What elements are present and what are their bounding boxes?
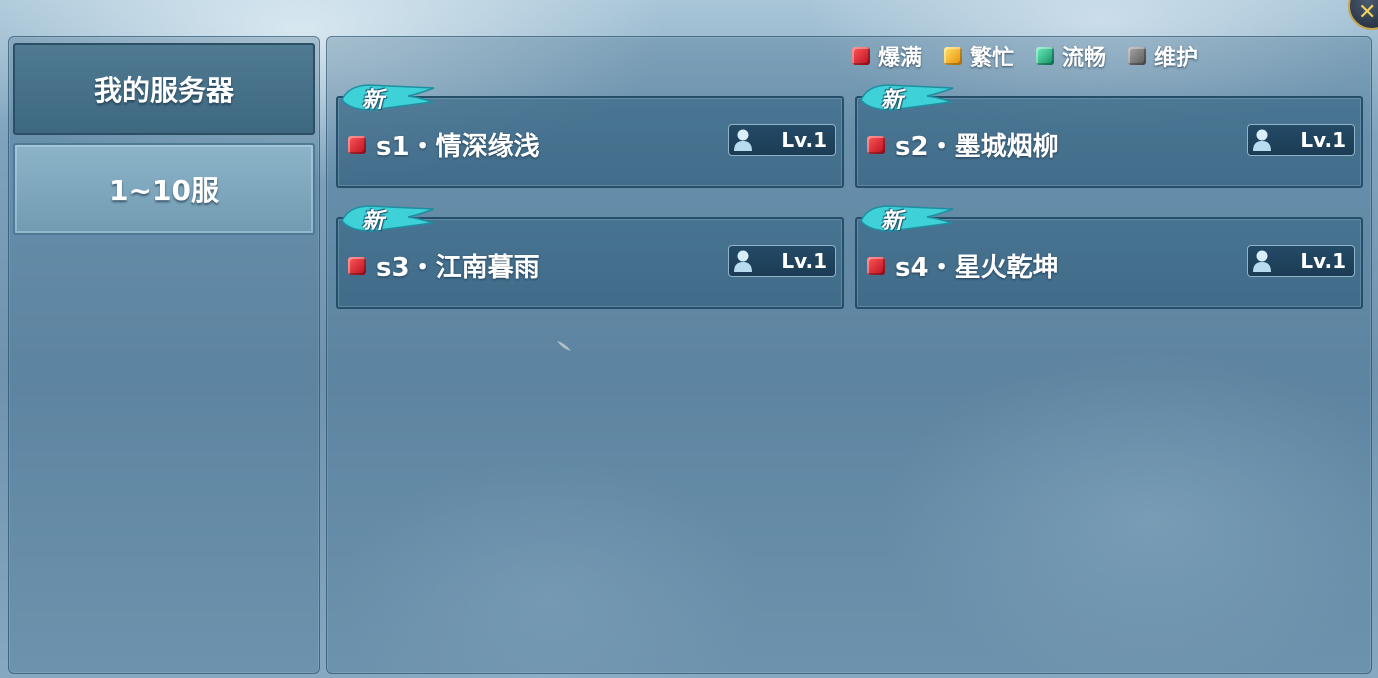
status-maintenance-icon <box>1128 47 1147 65</box>
close-button[interactable]: ✕ <box>1348 0 1378 30</box>
new-badge-label: 新 <box>881 87 904 113</box>
player-level-box: Lv.1 <box>728 245 836 277</box>
player-level-box: Lv.1 <box>1247 124 1355 156</box>
person-icon <box>734 250 752 272</box>
new-badge: 新 <box>338 201 438 235</box>
server-card-s3[interactable]: 新 s3・江南暮雨 Lv.1 <box>336 205 844 309</box>
tab-my-servers[interactable]: 我的服务器 <box>13 43 315 135</box>
player-level: Lv.1 <box>1300 249 1346 273</box>
person-icon <box>1253 129 1271 151</box>
person-icon <box>734 129 752 151</box>
new-badge: 新 <box>338 80 438 114</box>
player-level-box: Lv.1 <box>1247 245 1355 277</box>
player-level-box: Lv.1 <box>728 124 836 156</box>
status-full-icon <box>348 256 366 275</box>
server-name-row: s2・墨城烟柳 <box>867 126 1059 163</box>
server-card-s1[interactable]: 新 s1・情深缘浅 Lv.1 <box>336 84 844 188</box>
legend-label-smooth: 流畅 <box>1062 46 1107 71</box>
server-name: s2・墨城烟柳 <box>895 132 1059 162</box>
server-group-sidebar: 我的服务器 1~10服 <box>8 36 320 674</box>
tab-servers-1-10[interactable]: 1~10服 <box>13 143 315 235</box>
server-name: s1・情深缘浅 <box>376 132 540 162</box>
legend-item-busy: 繁忙 <box>944 40 1014 72</box>
legend-item-smooth: 流畅 <box>1036 40 1106 72</box>
new-badge-label: 新 <box>881 208 904 234</box>
person-icon <box>1253 250 1271 272</box>
status-full-icon <box>852 47 870 65</box>
status-legend: 爆满 繁忙 流畅 维护 <box>852 40 1198 72</box>
server-card-s4[interactable]: 新 s4・星火乾坤 Lv.1 <box>855 205 1363 309</box>
new-badge-label: 新 <box>362 87 385 113</box>
close-icon: ✕ <box>1358 0 1377 25</box>
legend-item-maintenance: 维护 <box>1128 40 1198 72</box>
status-busy-icon <box>944 47 963 65</box>
server-name-row: s1・情深缘浅 <box>348 126 540 163</box>
legend-label-maintenance: 维护 <box>1154 46 1199 71</box>
status-smooth-icon <box>1036 47 1055 65</box>
status-full-icon <box>348 135 366 154</box>
server-card-s2[interactable]: 新 s2・墨城烟柳 Lv.1 <box>855 84 1363 188</box>
legend-label-busy: 繁忙 <box>970 46 1015 71</box>
server-name-row: s3・江南暮雨 <box>348 247 540 284</box>
server-name-row: s4・星火乾坤 <box>867 247 1059 284</box>
server-name: s3・江南暮雨 <box>376 253 540 283</box>
legend-label-full: 爆满 <box>878 46 923 71</box>
status-full-icon <box>867 256 885 275</box>
new-badge-label: 新 <box>362 208 385 234</box>
player-level: Lv.1 <box>781 249 827 273</box>
tab-my-servers-label: 我的服务器 <box>93 74 234 107</box>
status-full-icon <box>867 135 885 154</box>
player-level: Lv.1 <box>781 128 827 152</box>
legend-item-full: 爆满 <box>852 40 922 72</box>
new-badge: 新 <box>857 201 957 235</box>
new-badge: 新 <box>857 80 957 114</box>
server-name: s4・星火乾坤 <box>895 253 1059 283</box>
player-level: Lv.1 <box>1300 128 1346 152</box>
tab-servers-1-10-label: 1~10服 <box>109 174 219 207</box>
